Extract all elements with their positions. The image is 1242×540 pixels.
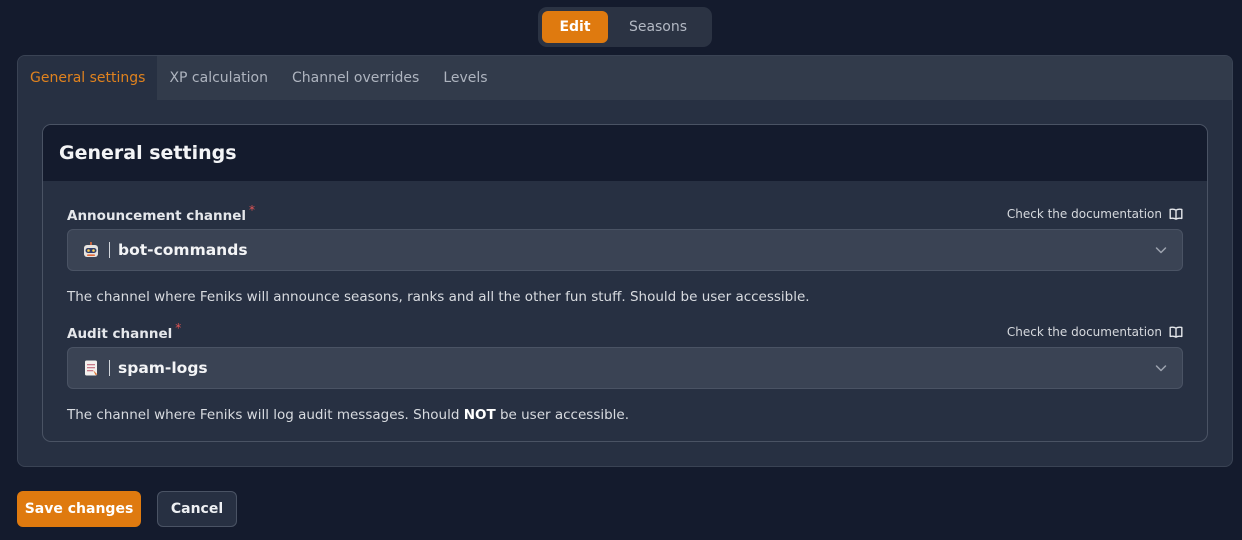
card-title: General settings <box>59 142 237 164</box>
audit-channel-label: Audit channel <box>67 326 173 342</box>
general-settings-card: General settings Announcement channel * C… <box>42 124 1208 442</box>
settings-panel: General settings XP calculation Channel … <box>17 55 1233 467</box>
audit-help-text-end: be user accessible. <box>495 407 630 423</box>
memo-emoji-icon <box>82 359 100 377</box>
documentation-link-label: Check the documentation <box>1006 325 1162 339</box>
chevron-down-icon <box>1155 247 1167 254</box>
chevron-down-icon <box>1155 365 1167 372</box>
settings-tabs: General settings XP calculation Channel … <box>18 56 1232 100</box>
seasons-mode-button[interactable]: Seasons <box>608 11 708 43</box>
tab-channel-overrides[interactable]: Channel overrides <box>280 56 431 100</box>
mode-switch: Edit Seasons <box>538 7 712 47</box>
required-marker: * <box>249 203 256 217</box>
tab-levels[interactable]: Levels <box>431 56 499 100</box>
announcement-channel-value: bot-commands <box>118 241 248 259</box>
book-icon <box>1169 326 1183 338</box>
audit-help-text: The channel where Feniks will log audit … <box>67 407 464 423</box>
documentation-link[interactable]: Check the documentation <box>1007 207 1183 221</box>
audit-channel-help: The channel where Feniks will log audit … <box>67 407 1183 423</box>
audit-help-emphasis: NOT <box>463 407 496 423</box>
robot-emoji-icon <box>82 241 100 259</box>
announcement-channel-field: Announcement channel * Check the document… <box>67 203 1183 305</box>
cancel-button[interactable]: Cancel <box>157 491 237 527</box>
required-marker: * <box>175 321 182 335</box>
announcement-channel-select[interactable]: bot-commands <box>67 229 1183 271</box>
card-header: General settings <box>43 125 1207 181</box>
announcement-channel-label: Announcement channel <box>67 208 247 224</box>
book-icon <box>1169 208 1183 220</box>
tab-general-settings[interactable]: General settings <box>18 56 158 100</box>
audit-channel-select[interactable]: spam-logs <box>67 347 1183 389</box>
audit-channel-value: spam-logs <box>118 359 208 377</box>
tab-xp-calculation[interactable]: XP calculation <box>157 56 280 100</box>
edit-mode-button[interactable]: Edit <box>542 11 608 43</box>
documentation-link-label: Check the documentation <box>1006 207 1162 221</box>
documentation-link[interactable]: Check the documentation <box>1007 325 1183 339</box>
channel-separator <box>109 242 110 258</box>
channel-separator <box>109 360 110 376</box>
save-changes-button[interactable]: Save changes <box>17 491 141 527</box>
audit-channel-field: Audit channel* Check the documentation <box>67 321 1183 423</box>
announcement-channel-help: The channel where Feniks will announce s… <box>67 289 810 305</box>
